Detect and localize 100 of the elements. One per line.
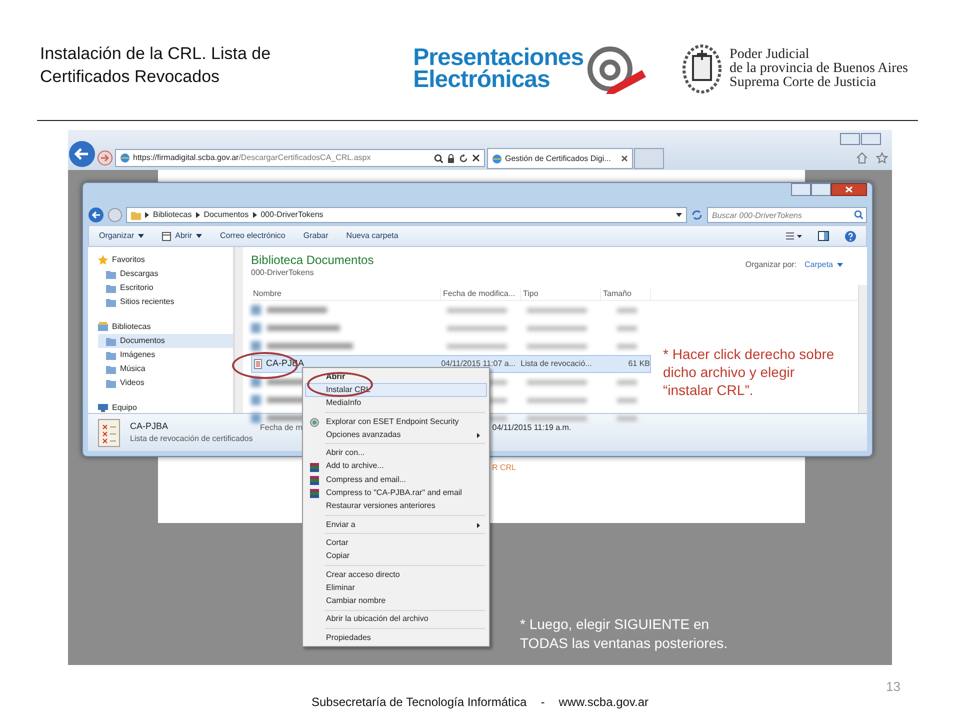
library-subheading: 000-DriverTokens [251, 267, 315, 279]
close-icon [845, 186, 853, 193]
menu-item[interactable]: Abrir con... [305, 446, 487, 460]
maximize-button[interactable] [811, 183, 831, 196]
arrange-label: Organizar por: [745, 259, 797, 271]
menu-item[interactable]: Eliminar [305, 581, 487, 594]
footer-text: - [540, 694, 545, 711]
toolbar-button[interactable]: Abrir [162, 230, 202, 242]
menu-item[interactable]: Propiedades [305, 631, 487, 644]
menu-item[interactable]: Cambiar nombre [305, 594, 487, 608]
address-bar[interactable]: Bibliotecas Documentos 000-DriverTokens [126, 207, 687, 223]
column-header[interactable]: Tamaño [601, 288, 651, 300]
minimize-button[interactable] [791, 183, 811, 196]
callout-text: * Luego, elegir SIGUIENTE en TODAS las ventanas posteriores. [520, 615, 729, 653]
menu-item[interactable]: Cortar [305, 536, 487, 550]
window-icon [162, 232, 172, 240]
chevron-icon [252, 212, 257, 218]
sidebar-item[interactable]: Descargas [98, 267, 233, 281]
maximize-button[interactable] [861, 133, 881, 145]
page-number: 13 [886, 678, 900, 696]
details-name: CA-PJBA [130, 420, 170, 433]
callout-text: * Hacer click derecho sobre dicho archivo y elegir “instalar CRL”. [663, 345, 836, 399]
details-date-label: Fecha de m [260, 422, 302, 434]
column-header[interactable]: Nombre [251, 288, 441, 300]
address-bar[interactable]: https://firmadigital.scba.gov.ar/DescargarCertificadosCA_CRL.aspx [115, 149, 485, 167]
file-size: 61 KB [627, 358, 650, 370]
menu-item[interactable]: Compress to "CA-PJBA.rar" and email [305, 486, 487, 500]
shield-icon [310, 418, 319, 427]
globe-icon [492, 154, 502, 164]
lock-icon [447, 154, 455, 162]
menu-item[interactable]: Crear acceso directo [305, 568, 487, 582]
browser-tab[interactable]: Gestión de Certificados Digi... [487, 148, 633, 169]
menu-item[interactable]: MediaInfo [305, 396, 487, 410]
library-icon [98, 322, 108, 332]
chevron-icon [145, 212, 149, 218]
column-header[interactable]: Fecha de modifica... [441, 288, 521, 300]
caret-icon[interactable] [676, 213, 682, 217]
star-icon [98, 255, 108, 265]
file-date: 04/11/2015 11:07 a... [441, 358, 516, 370]
view-list-icon[interactable] [786, 232, 802, 240]
close-icon[interactable] [472, 154, 480, 162]
breadcrumb-item[interactable]: 000-DriverTokens [260, 209, 324, 221]
logo-text: Presentaciones Electrónicas [413, 47, 584, 91]
sidebar-item[interactable]: Sitios recientes [98, 295, 233, 309]
page-text: R CRL [492, 462, 516, 474]
menu-item[interactable]: Abrir la ubicación del archivo [305, 612, 487, 626]
column-header[interactable]: Tipo [521, 288, 601, 300]
toolbar-button[interactable]: Nueva carpeta [346, 230, 398, 242]
details-description: Lista de revocación de certificados [130, 433, 250, 446]
sidebar-item[interactable]: Equipo [98, 401, 233, 415]
minimize-button[interactable] [840, 133, 860, 145]
close-button[interactable] [831, 183, 867, 196]
chevron-icon [196, 212, 200, 218]
sidebar-item[interactable]: Imágenes [98, 348, 233, 362]
arrange-dropdown[interactable]: Carpeta [804, 259, 843, 271]
scrollbar[interactable] [858, 285, 867, 413]
books-icon [310, 462, 319, 472]
library-heading: Biblioteca Documentos [251, 253, 374, 267]
search-field[interactable]: Buscar 000-DriverTokens [707, 207, 867, 223]
submenu-arrow-icon [477, 522, 480, 528]
submenu-arrow-icon [477, 433, 480, 438]
folder-icon [131, 210, 141, 220]
computer-icon [98, 403, 108, 413]
breadcrumb-item[interactable]: Documentos [204, 209, 249, 221]
star-icon[interactable] [876, 152, 888, 164]
menu-item[interactable]: Explorar con ESET Endpoint Security [305, 414, 487, 428]
details-date-value: 04/11/2015 11:19 a.m. [492, 422, 572, 434]
url-text: https://firmadigital.scba.gov.ar/DescargarCertificadosCA_CRL.aspx [133, 152, 371, 164]
toolbar-button[interactable]: Correo electrónico [220, 230, 286, 242]
toolbar-button[interactable]: Organizar [99, 230, 144, 242]
refresh-icon[interactable] [459, 154, 468, 162]
sidebar-item[interactable]: Videos [98, 376, 233, 390]
menu-item[interactable]: Enviar a [305, 518, 487, 532]
menu-item[interactable]: Restaurar versiones anteriores [305, 500, 487, 513]
court-seal-icon [682, 44, 722, 94]
sidebar-item[interactable]: Bibliotecas [98, 320, 233, 334]
sidebar-item[interactable]: Música [98, 362, 233, 376]
certificate-file-icon [98, 418, 120, 446]
sidebar-item[interactable]: Documentos [98, 334, 233, 348]
sidebar-item[interactable]: Favoritos [98, 253, 233, 267]
certificate-file-icon [254, 359, 262, 369]
globe-icon [120, 153, 130, 163]
menu-item[interactable]: Copiar [305, 550, 487, 563]
close-icon[interactable] [621, 155, 628, 162]
highlight-ellipse [307, 372, 373, 397]
tab-label: Gestión de Certificados Digi... [505, 152, 611, 164]
footer-text: Subsecretaría de Tecnología Informática [311, 694, 527, 711]
breadcrumb-item[interactable]: Bibliotecas [153, 209, 192, 221]
sidebar-item[interactable]: Escritorio [98, 281, 233, 295]
scrollbar[interactable] [234, 247, 243, 413]
home-icon[interactable] [856, 152, 868, 164]
caret-icon [837, 263, 843, 267]
preview-pane-icon[interactable] [818, 231, 829, 241]
search-icon[interactable] [434, 154, 443, 162]
menu-item[interactable]: Opciones avanzadas [305, 428, 487, 442]
menu-item[interactable]: Compress and email... [305, 473, 487, 486]
toolbar-button[interactable]: Grabar [303, 230, 328, 242]
menu-item[interactable]: Add to archive... [305, 460, 487, 474]
books-icon [310, 476, 319, 486]
help-icon[interactable] [845, 230, 856, 242]
